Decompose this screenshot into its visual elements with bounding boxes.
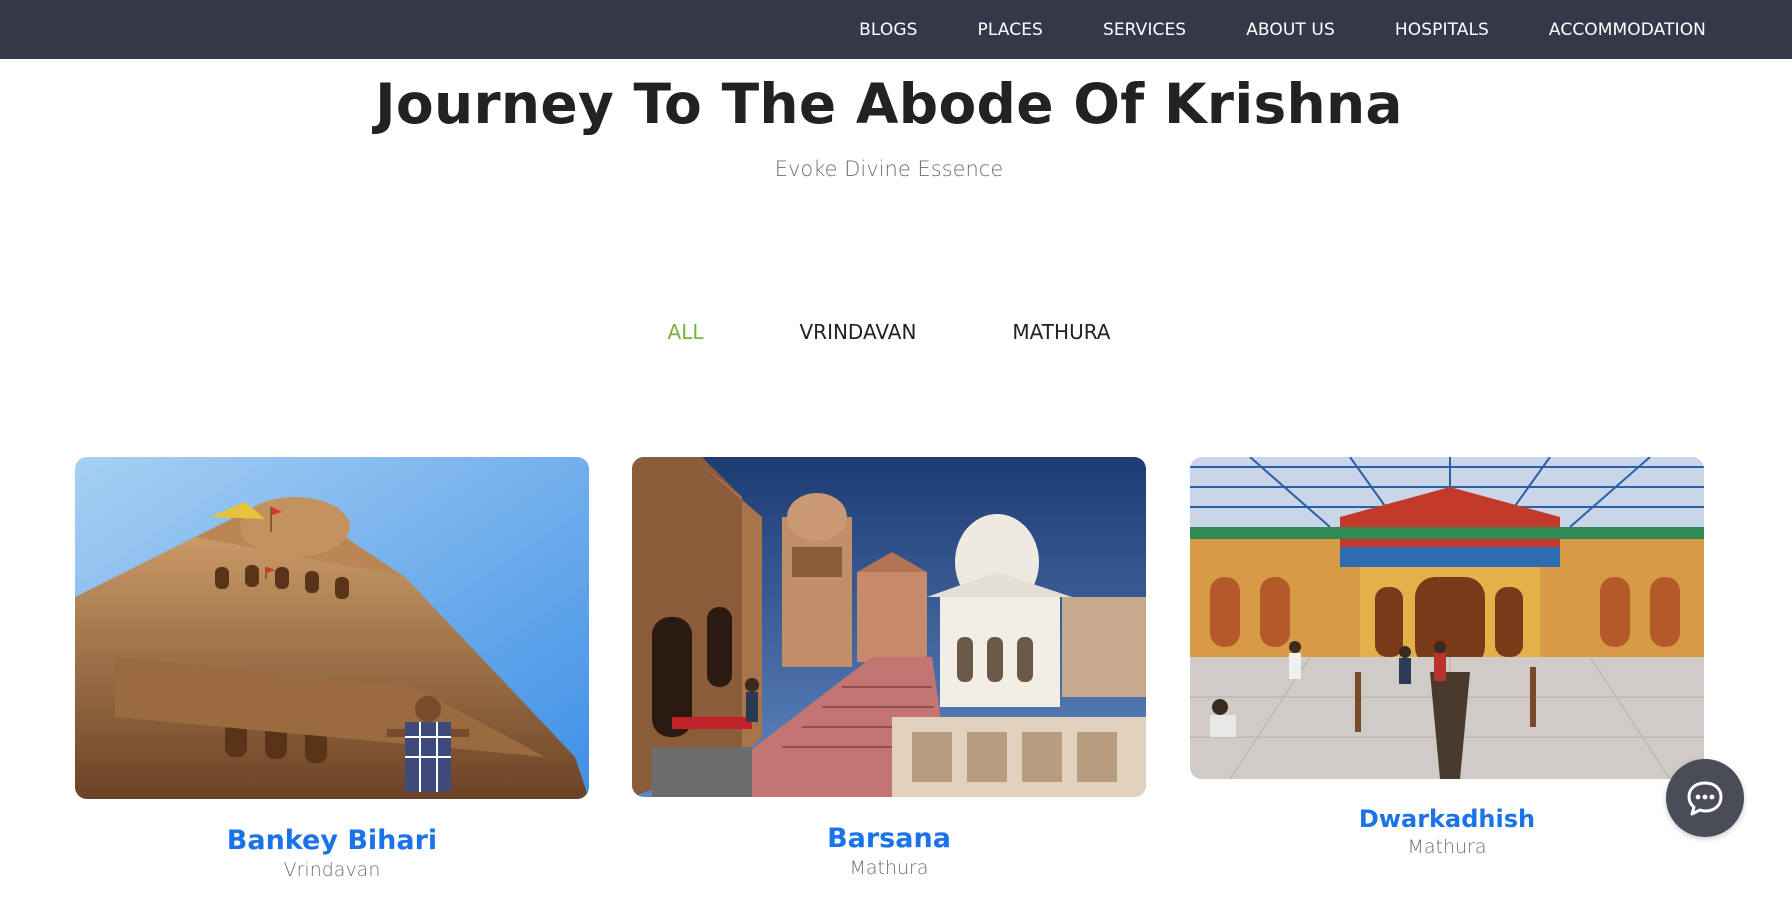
nav-blogs[interactable]: BLOGS (859, 20, 917, 40)
place-card-barsana[interactable]: Barsana Mathura (632, 457, 1146, 879)
place-name[interactable]: Barsana (632, 823, 1146, 854)
nav-accommodation[interactable]: ACCOMMODATION (1549, 20, 1706, 40)
barsana-image[interactable] (632, 457, 1146, 797)
chat-button[interactable] (1666, 759, 1744, 837)
bankey-bihari-image[interactable] (75, 457, 589, 799)
page-title: Journey To The Abode Of Krishna (375, 72, 1403, 136)
nav-hospitals[interactable]: HOSPITALS (1395, 20, 1489, 40)
place-city: Mathura (1407, 836, 1487, 858)
nav-services[interactable]: SERVICES (1103, 20, 1186, 40)
place-city: Vrindavan (283, 859, 381, 881)
place-name[interactable]: Bankey Bihari (75, 825, 589, 856)
filter-all[interactable]: ALL (668, 320, 704, 344)
place-card-dwarkadhish[interactable]: Dwarkadhish Mathura (1190, 457, 1704, 858)
page-subtitle: Evoke Divine Essence (774, 157, 1004, 181)
nav-about-us[interactable]: ABOUT US (1246, 20, 1335, 40)
filter-vrindavan[interactable]: VRINDAVAN (799, 320, 916, 344)
filter-mathura[interactable]: MATHURA (1012, 320, 1110, 344)
nav-places[interactable]: PLACES (977, 20, 1042, 40)
place-name[interactable]: Dwarkadhish (1190, 805, 1704, 833)
chat-bubble-icon (1687, 781, 1723, 816)
filter-tabs: ALL VRINDAVAN MATHURA (0, 320, 1778, 344)
main-nav: BLOGS PLACES SERVICES ABOUT US HOSPITALS… (799, 0, 1706, 59)
top-navbar: BLOGS PLACES SERVICES ABOUT US HOSPITALS… (0, 0, 1792, 59)
place-city: Mathura (849, 857, 929, 879)
dwarkadhish-image[interactable] (1190, 457, 1704, 779)
place-card-bankey-bihari[interactable]: Bankey Bihari Vrindavan (75, 457, 589, 881)
